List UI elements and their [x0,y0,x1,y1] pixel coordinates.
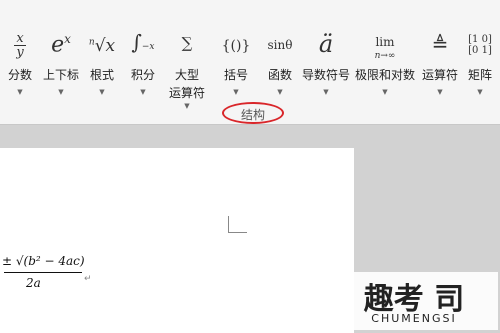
chevron-down-icon: ▼ [58,88,64,96]
chevron-down-icon: ▼ [437,88,443,96]
fraction-button[interactable]: xy 分数 ▼ [2,0,38,108]
bracket-button[interactable]: {()} 括号 ▼ [214,0,258,108]
integral-button[interactable]: ∫−x 积分 ▼ [124,0,162,108]
fraction-icon: xy [2,32,38,59]
script-button[interactable]: ex 上下标 ▼ [38,0,84,108]
large-operator-label: 大型 [174,68,199,82]
chevron-down-icon: ▼ [323,88,329,96]
equation[interactable]: ± √(b² − 4ac) 2a ↵ [0,248,92,298]
script-label: 上下标 [42,68,79,82]
fraction-bar [4,272,82,273]
chevron-down-icon: ▼ [99,88,105,96]
large-operator-button[interactable]: ∑ 大型 运算符 ▼ [162,0,212,110]
fraction-label: 分数 [7,68,32,82]
watermark-logo: 趣考 司 CHUMENGSI [330,272,498,330]
accent-label: 导数符号 [301,68,350,82]
radical-button[interactable]: n√x 根式 ▼ [84,0,120,108]
function-button[interactable]: sinθ 函数 ▼ [258,0,302,108]
operator-icon: ≜ [431,32,449,56]
script-icon: ex [51,32,71,58]
limit-log-button[interactable]: lim n→∞ 极限和对数 ▼ [352,0,418,108]
chevron-down-icon: ▼ [477,88,483,96]
chevron-down-icon: ▼ [277,88,283,96]
matrix-button[interactable]: [1 0] [0 1] 矩阵 ▼ [462,0,498,108]
bracket-icon: {()} [221,38,251,54]
chevron-down-icon: ▼ [233,88,239,96]
accent-button[interactable]: ä 导数符号 ▼ [300,0,352,108]
integral-label: 积分 [130,68,155,82]
structure-group-label: 结构 [240,108,265,122]
text-boundary-marker [228,216,247,233]
sine-function-icon: sinθ [267,38,293,52]
chevron-down-icon: ▼ [382,88,388,96]
chevron-down-icon: ▼ [140,88,146,96]
equation-numerator: ± √(b² − 4ac) [2,254,85,268]
radical-icon: n√x [88,36,116,56]
watermark-subtext: CHUMENGSI [371,312,457,325]
matrix-label: 矩阵 [467,68,492,82]
large-operator-label-line2: 运算符 [168,86,205,100]
equation-denominator: 2a [26,276,41,290]
limit-log-label: 极限和对数 [354,68,415,82]
integral-icon: ∫−x [131,30,155,54]
chevron-down-icon: ▼ [184,102,190,110]
matrix-icon: [1 0] [0 1] [468,34,492,56]
chevron-down-icon: ▼ [17,88,23,96]
paragraph-mark-icon: ↵ [84,274,92,284]
bracket-label: 括号 [223,68,248,82]
operator-button[interactable]: ≜ 运算符 ▼ [418,0,462,108]
accent-icon: ä [318,30,334,58]
function-label: 函数 [267,68,292,82]
equation-ribbon: xy 分数 ▼ ex 上下标 ▼ n√x 根式 ▼ ∫−x 积分 ▼ ∑ 大型 … [0,0,500,125]
summation-icon: ∑ [181,34,193,52]
structure-group-highlight: 结构 [222,102,284,124]
document-page[interactable]: ± √(b² − 4ac) 2a ↵ [0,148,354,333]
operator-label: 运算符 [421,68,458,82]
limit-icon: lim n→∞ [374,35,396,61]
radical-label: 根式 [89,68,114,82]
